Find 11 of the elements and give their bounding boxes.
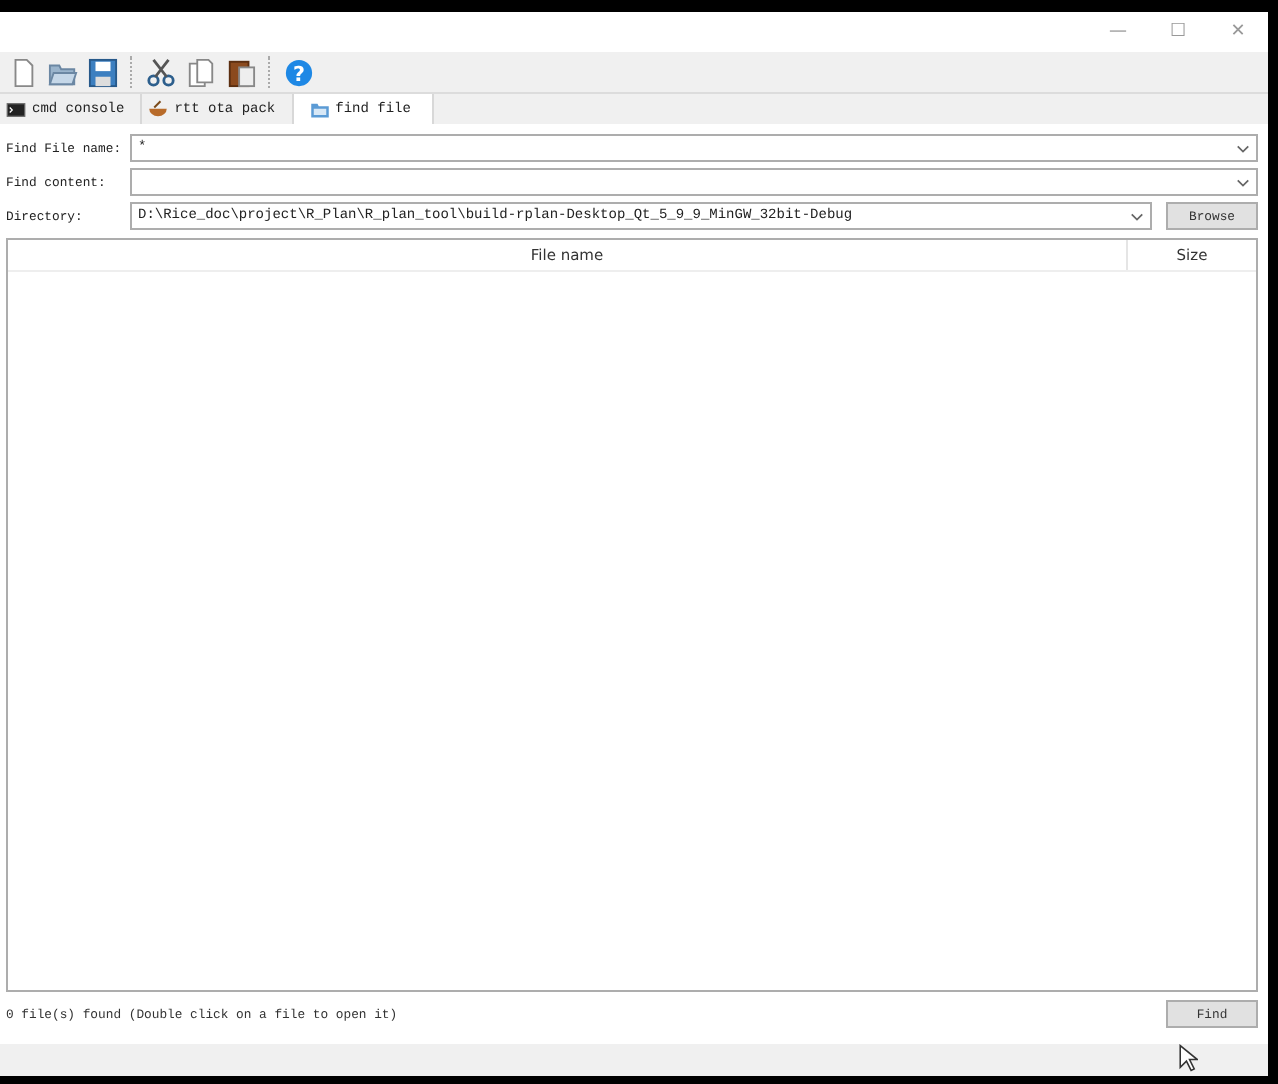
copy-icon[interactable]: [186, 57, 216, 87]
paste-icon[interactable]: [226, 57, 256, 87]
caret-icon: [1236, 143, 1250, 153]
bowl-icon: [148, 99, 169, 119]
scissors-icon[interactable]: [146, 57, 176, 87]
caret-icon: [1130, 211, 1144, 221]
save-icon[interactable]: [88, 57, 118, 87]
folder-icon: [309, 99, 330, 119]
caret-icon: [1236, 177, 1250, 187]
terminal-icon: [6, 99, 26, 119]
help-icon[interactable]: ?: [284, 57, 314, 87]
